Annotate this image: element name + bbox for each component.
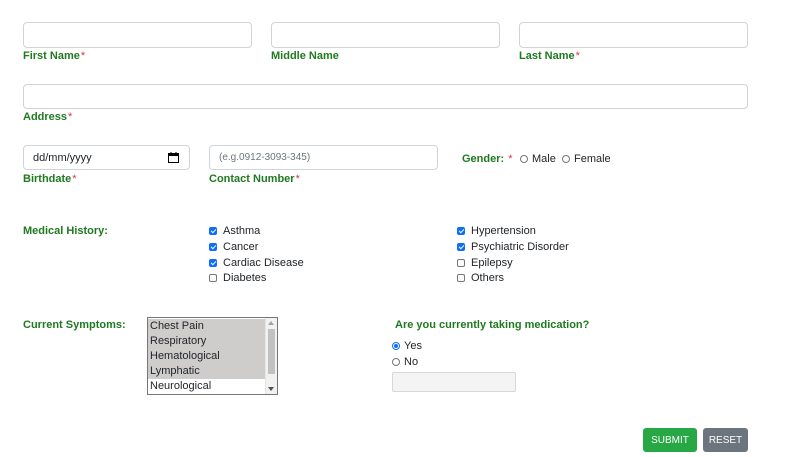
medication-no-label: No bbox=[404, 356, 419, 368]
scrollbar-thumb[interactable] bbox=[268, 329, 275, 374]
required-mark: * bbox=[295, 173, 300, 185]
calendar-icon[interactable] bbox=[168, 152, 179, 163]
address-label-text: Address bbox=[23, 111, 68, 123]
first-name-label-text: First Name bbox=[23, 50, 80, 62]
contact-number-label-text: Contact Number bbox=[209, 173, 295, 185]
medication-details-input[interactable] bbox=[392, 372, 516, 392]
gender-female-label: Female bbox=[574, 153, 611, 165]
contact-number-placeholder: (e.g.0912-3093-345) bbox=[219, 152, 311, 163]
medication-yes-radio[interactable] bbox=[392, 342, 400, 350]
epilepsy-label: Epilepsy bbox=[471, 257, 513, 269]
address-input[interactable] bbox=[23, 84, 748, 109]
medical-history-label: Medical History: bbox=[23, 225, 108, 237]
history-cardiac-disease[interactable]: Cardiac Disease bbox=[209, 257, 304, 269]
cancer-checkbox[interactable] bbox=[209, 243, 217, 251]
history-diabetes[interactable]: Diabetes bbox=[209, 272, 266, 284]
first-name-label: First Name* bbox=[23, 50, 85, 62]
asthma-checkbox[interactable] bbox=[209, 227, 217, 235]
gender-female-radio[interactable] bbox=[562, 155, 570, 163]
symptom-option-lymphatic[interactable]: Lymphatic bbox=[148, 364, 266, 379]
first-name-input[interactable] bbox=[23, 22, 252, 48]
diabetes-label: Diabetes bbox=[223, 272, 267, 284]
others-label: Others bbox=[471, 272, 505, 284]
gender-option-female[interactable]: Female bbox=[562, 153, 611, 165]
last-name-label: Last Name* bbox=[519, 50, 580, 62]
history-hypertension[interactable]: Hypertension bbox=[457, 225, 536, 237]
diabetes-checkbox[interactable] bbox=[209, 274, 217, 282]
middle-name-input[interactable] bbox=[271, 22, 500, 48]
cardiac-disease-checkbox[interactable] bbox=[209, 259, 217, 267]
submit-button[interactable]: SUBMIT bbox=[643, 428, 697, 452]
last-name-label-text: Last Name bbox=[519, 50, 575, 62]
hypertension-label: Hypertension bbox=[471, 225, 536, 237]
middle-name-label: Middle Name bbox=[271, 50, 339, 62]
birthdate-placeholder: dd/mm/yyyy bbox=[33, 152, 92, 164]
address-label: Address* bbox=[23, 111, 72, 123]
required-mark: * bbox=[68, 111, 73, 123]
required-mark: * bbox=[80, 50, 86, 62]
psychiatric-disorder-checkbox[interactable] bbox=[457, 243, 465, 251]
cancer-label: Cancer bbox=[223, 241, 259, 253]
symptom-option-hematological[interactable]: Hematological bbox=[148, 349, 266, 364]
last-name-input[interactable] bbox=[519, 22, 748, 48]
hypertension-checkbox[interactable] bbox=[457, 227, 465, 235]
reset-button[interactable]: RESET bbox=[703, 428, 748, 452]
cardiac-disease-label: Cardiac Disease bbox=[223, 257, 304, 269]
symptom-option-chest-pain[interactable]: Chest Pain bbox=[148, 319, 266, 334]
current-symptoms-label: Current Symptoms: bbox=[23, 319, 126, 331]
scroll-up-icon[interactable] bbox=[268, 321, 274, 325]
contact-number-label: Contact Number* bbox=[209, 173, 300, 185]
gender-option-male[interactable]: Male bbox=[520, 153, 556, 165]
others-checkbox[interactable] bbox=[457, 274, 465, 282]
gender-male-radio[interactable] bbox=[520, 155, 528, 163]
asthma-label: Asthma bbox=[223, 225, 261, 237]
epilepsy-checkbox[interactable] bbox=[457, 259, 465, 267]
scroll-down-icon[interactable] bbox=[268, 387, 274, 391]
medication-option-yes[interactable]: Yes bbox=[392, 340, 422, 352]
required-mark: * bbox=[72, 173, 77, 185]
medication-no-radio[interactable] bbox=[392, 358, 400, 366]
symptom-option-respiratory[interactable]: Respiratory bbox=[148, 334, 266, 349]
history-epilepsy[interactable]: Epilepsy bbox=[457, 257, 513, 269]
psychiatric-disorder-label: Psychiatric Disorder bbox=[471, 241, 569, 253]
gender-label-text: Gender: bbox=[462, 153, 505, 165]
required-mark: * bbox=[575, 50, 580, 62]
middle-name-label-text: Middle Name bbox=[271, 50, 339, 62]
symptoms-listbox[interactable]: Chest Pain Respiratory Hematological Lym… bbox=[147, 317, 278, 395]
history-cancer[interactable]: Cancer bbox=[209, 241, 258, 253]
birthdate-label-text: Birthdate bbox=[23, 173, 72, 185]
history-psychiatric-disorder[interactable]: Psychiatric Disorder bbox=[457, 241, 569, 253]
symptom-option-neurological[interactable]: Neurological bbox=[148, 379, 266, 394]
history-others[interactable]: Others bbox=[457, 272, 504, 284]
medication-yes-label: Yes bbox=[404, 340, 422, 352]
contact-number-input[interactable]: (e.g.0912-3093-345) bbox=[209, 145, 438, 170]
medication-question: Are you currently taking medication? bbox=[395, 319, 590, 331]
birthdate-label: Birthdate* bbox=[23, 173, 77, 185]
medication-option-no[interactable]: No bbox=[392, 356, 418, 368]
gender-label: Gender: * bbox=[462, 153, 512, 165]
gender-male-label: Male bbox=[532, 153, 556, 165]
history-asthma[interactable]: Asthma bbox=[209, 225, 260, 237]
required-mark: * bbox=[508, 153, 513, 165]
symptoms-scrollbar[interactable] bbox=[265, 318, 277, 394]
birthdate-input[interactable]: dd/mm/yyyy bbox=[23, 145, 190, 170]
